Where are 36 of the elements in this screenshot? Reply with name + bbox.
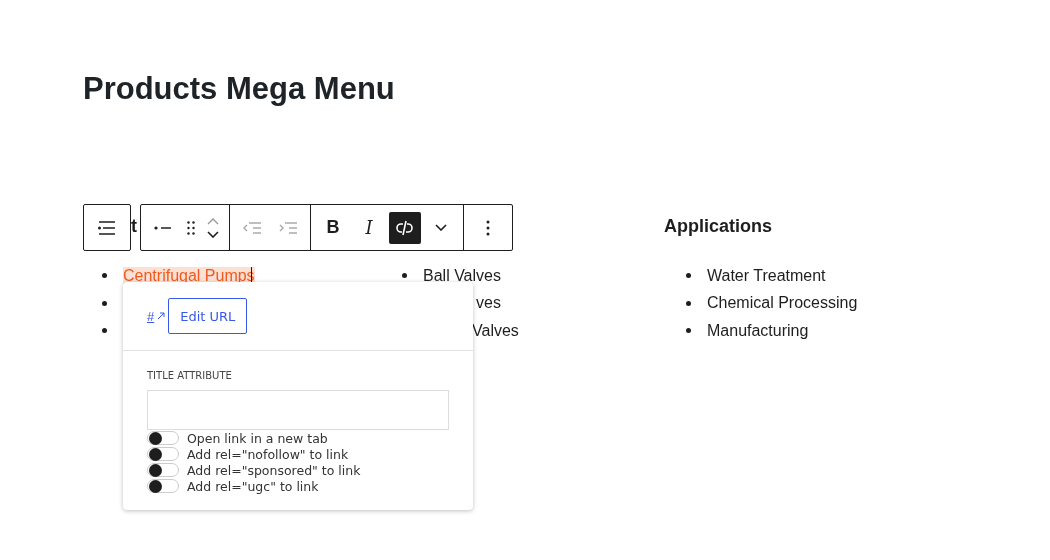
chevron-down-icon xyxy=(435,224,447,231)
chevron-down-icon xyxy=(207,230,219,238)
toggle-switch[interactable] xyxy=(147,431,179,445)
link-url[interactable]: # xyxy=(147,308,155,324)
move-down-button[interactable] xyxy=(207,230,219,238)
column-heading: Applications xyxy=(664,215,772,237)
toggle-label: Add rel="nofollow" to link xyxy=(187,446,349,462)
more-vertical-icon xyxy=(486,219,490,236)
external-link-icon xyxy=(157,312,166,320)
toggle-switch[interactable] xyxy=(147,463,179,477)
toggle-switch[interactable] xyxy=(147,479,179,493)
toggle-label: Add rel="sponsored" to link xyxy=(187,462,361,478)
drag-icon xyxy=(187,220,195,235)
list-item[interactable]: Ball Valves xyxy=(423,266,501,285)
move-up-button[interactable] xyxy=(207,217,219,225)
outdent-icon xyxy=(242,221,262,234)
field-label: TITLE ATTRIBUTE xyxy=(147,370,233,381)
toggle-label: Open link in a new tab xyxy=(187,430,328,446)
page-title: Products Mega Menu xyxy=(83,71,395,107)
list-item[interactable]: Water Treatment xyxy=(707,266,826,285)
column-heading: t xyxy=(131,215,137,237)
unlink-icon xyxy=(395,218,415,237)
edit-url-button[interactable]: Edit URL xyxy=(168,298,248,334)
chevron-up-icon xyxy=(207,217,219,225)
list-view-button[interactable] xyxy=(83,204,131,251)
list-item[interactable]: Chemical Processing xyxy=(707,294,858,313)
title-attribute-field[interactable] xyxy=(147,390,449,430)
unlink-button[interactable] xyxy=(389,211,421,244)
indent-icon xyxy=(278,221,298,234)
list-item[interactable]: ves xyxy=(476,294,501,313)
list-item-icon xyxy=(154,224,172,231)
list-icon xyxy=(97,219,117,236)
toggle-label: Add rel="ugc" to link xyxy=(187,478,319,494)
list-item[interactable]: Valves xyxy=(472,321,519,340)
list-item[interactable]: Manufacturing xyxy=(707,321,809,340)
toggle-switch[interactable] xyxy=(147,447,179,461)
